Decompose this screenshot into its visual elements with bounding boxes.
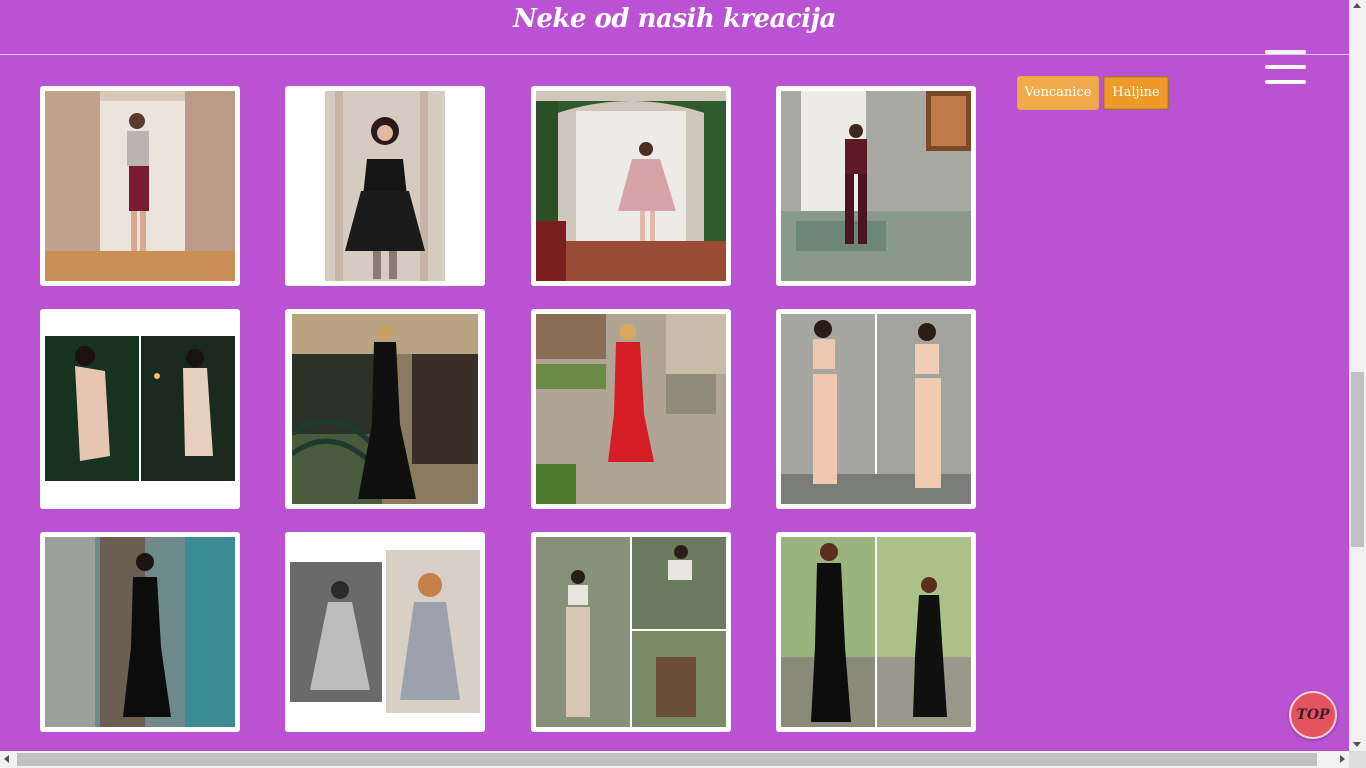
scroll-left-arrow-icon[interactable] xyxy=(4,755,9,763)
gallery-item[interactable] xyxy=(285,309,485,509)
gallery-photo xyxy=(781,91,971,281)
gallery-item[interactable] xyxy=(40,532,240,732)
gallery-photo xyxy=(45,537,235,727)
gallery-photo xyxy=(781,537,971,727)
gallery-item[interactable] xyxy=(285,532,485,732)
gallery-photo xyxy=(45,91,235,281)
filter-haljine-button[interactable]: Haljine xyxy=(1103,76,1169,110)
gallery-grid xyxy=(40,86,980,756)
scroll-to-top-button[interactable]: TOP xyxy=(1289,691,1337,739)
gallery-photo xyxy=(536,537,726,727)
vertical-scrollbar[interactable] xyxy=(1349,0,1366,751)
gallery-photo xyxy=(536,91,726,281)
gallery-photo xyxy=(781,314,971,504)
gallery-item[interactable] xyxy=(776,532,976,732)
hamburger-menu-icon[interactable] xyxy=(1265,50,1306,86)
gallery-item[interactable] xyxy=(40,86,240,286)
scrollbar-corner xyxy=(1349,751,1366,768)
gallery-item[interactable] xyxy=(531,532,731,732)
horizontal-scroll-thumb[interactable] xyxy=(17,753,1317,766)
gallery-photo xyxy=(290,550,480,713)
page-title: Neke od nasih kreacija xyxy=(513,4,836,34)
gallery-photo xyxy=(292,314,478,504)
gallery-filters: Vencanice Haljine xyxy=(1017,76,1169,110)
menu-bar xyxy=(1265,50,1306,54)
gallery-item[interactable] xyxy=(285,86,485,286)
gallery-item[interactable] xyxy=(776,86,976,286)
horizontal-scrollbar[interactable] xyxy=(0,751,1349,768)
gallery-item[interactable] xyxy=(531,309,731,509)
scroll-right-arrow-icon[interactable] xyxy=(1340,755,1345,763)
gallery-item[interactable] xyxy=(776,309,976,509)
vertical-scroll-thumb[interactable] xyxy=(1351,372,1364,547)
gallery-photo xyxy=(45,336,235,481)
menu-bar xyxy=(1265,65,1306,69)
scroll-up-arrow-icon[interactable] xyxy=(1353,3,1361,8)
filter-vencanice-button[interactable]: Vencanice xyxy=(1017,76,1099,110)
gallery-photo xyxy=(325,91,445,281)
scroll-down-arrow-icon[interactable] xyxy=(1353,742,1361,747)
gallery-item[interactable] xyxy=(40,309,240,509)
gallery-photo xyxy=(536,314,726,504)
gallery-item[interactable] xyxy=(531,86,731,286)
menu-bar xyxy=(1265,80,1306,84)
title-divider xyxy=(0,54,1349,55)
